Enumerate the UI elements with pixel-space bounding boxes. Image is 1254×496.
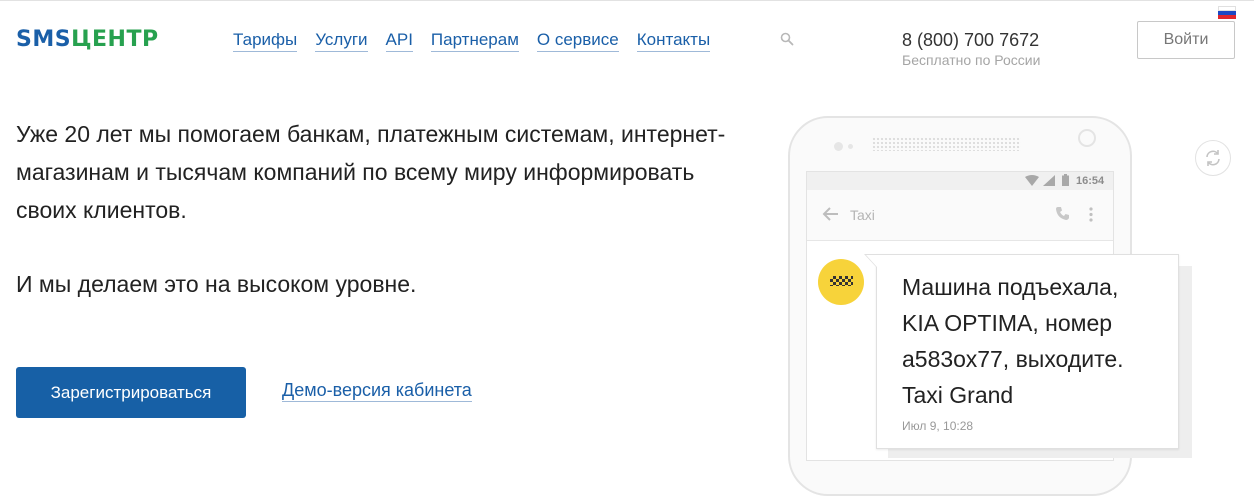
phone-sensor <box>1078 129 1096 147</box>
taxi-checker-icon <box>830 276 853 286</box>
signal-icon <box>1043 175 1055 186</box>
nav-item-tariffs[interactable]: Тарифы <box>233 30 298 52</box>
nav-item-about[interactable]: О сервисе <box>536 30 619 52</box>
refresh-example-button[interactable] <box>1195 140 1231 176</box>
nav-item-services[interactable]: Услуги <box>315 30 368 52</box>
hero-subline: И мы делаем это на высоком уровне. <box>16 271 417 297</box>
demo-cabinet-link[interactable]: Демо-версия кабинета <box>282 380 472 402</box>
nav-item-contacts[interactable]: Контакты <box>636 30 711 52</box>
back-arrow-icon <box>822 207 838 221</box>
logo[interactable]: SMSЦЕНТР <box>16 27 159 52</box>
register-button[interactable]: Зарегистрироваться <box>16 367 246 418</box>
header-phone-note: Бесплатно по России <box>902 52 1041 68</box>
wifi-icon <box>1025 175 1039 186</box>
battery-icon <box>1062 174 1069 186</box>
nav-item-api[interactable]: API <box>385 30 413 52</box>
sms-message-time: Июл 9, 10:28 <box>902 419 974 433</box>
phone-call-icon <box>1056 207 1069 220</box>
login-button[interactable]: Войти <box>1137 21 1235 59</box>
phone-camera <box>834 142 843 151</box>
phone-camera-secondary <box>848 144 853 149</box>
logo-sms: SMS <box>16 27 72 52</box>
hero-headline: Уже 20 лет мы помогаем банкам, платежным… <box>16 121 726 223</box>
refresh-icon <box>1206 150 1220 166</box>
sms-message-text: Машина подъехала, KIA OPTIMA, номер а583… <box>902 274 1124 408</box>
russian-flag-icon[interactable] <box>1218 6 1236 19</box>
search-icon[interactable] <box>780 32 794 46</box>
main-nav: Тарифы Услуги API Партнерам О сервисе Ко… <box>233 30 711 52</box>
phone-speaker <box>872 137 1021 151</box>
header-phone[interactable]: 8 (800) 700 7672 <box>902 30 1039 51</box>
more-vertical-icon <box>1089 207 1093 222</box>
top-divider <box>0 0 1254 1</box>
phone-status-time: 16:54 <box>1076 175 1105 187</box>
phone-app-title: Taxi <box>850 207 875 223</box>
logo-center: ЦЕНТР <box>71 27 159 52</box>
message-bubble-tail-inner <box>866 255 877 267</box>
nav-item-partners[interactable]: Партнерам <box>430 30 519 52</box>
